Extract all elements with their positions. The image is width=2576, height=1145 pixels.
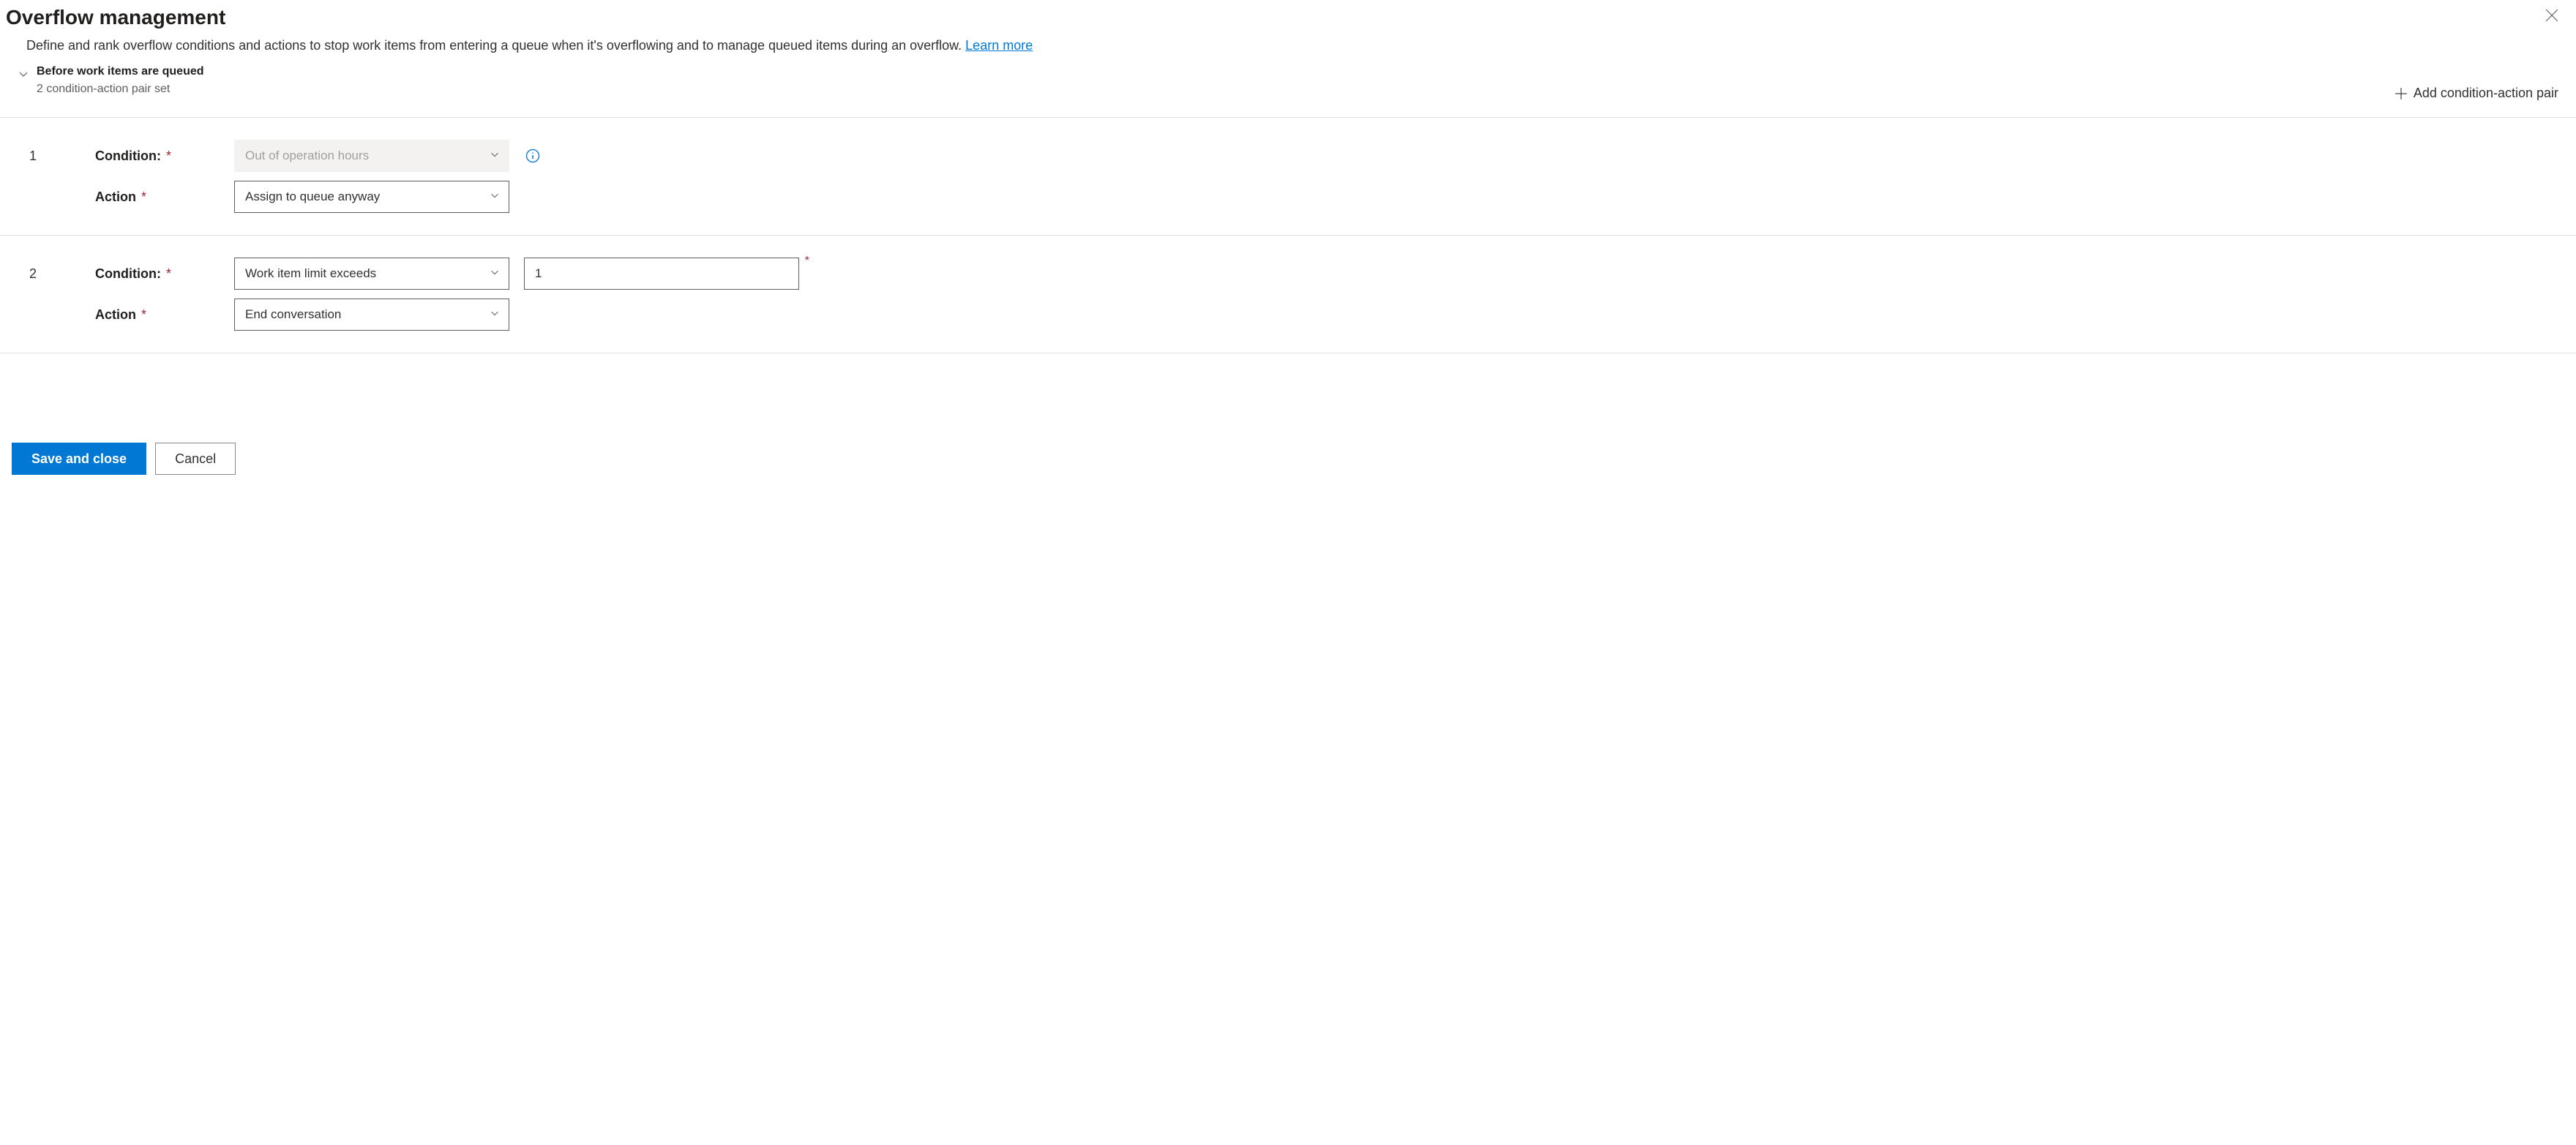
condition-label: Condition: * bbox=[95, 266, 234, 282]
add-button-label: Add condition-action pair bbox=[2414, 86, 2558, 101]
chevron-down-icon bbox=[490, 149, 500, 163]
condition-value: Work item limit exceeds bbox=[245, 266, 376, 281]
chevron-down-icon bbox=[490, 266, 500, 281]
description-text: Define and rank overflow conditions and … bbox=[26, 38, 965, 53]
close-icon bbox=[2545, 9, 2558, 22]
action-select[interactable]: Assign to queue anyway bbox=[234, 181, 509, 213]
condition-value: Out of operation hours bbox=[245, 149, 369, 163]
section-header: Before work items are queued 2 condition… bbox=[0, 64, 2576, 111]
rule-block: 2Condition: * Work item limit exceeds * Act… bbox=[0, 236, 2576, 353]
plus-icon bbox=[2395, 87, 2408, 100]
save-and-close-button[interactable]: Save and close bbox=[12, 443, 146, 475]
cancel-button[interactable]: Cancel bbox=[155, 443, 236, 475]
page-title: Overflow management bbox=[6, 6, 225, 29]
rule-block: 1Condition: * Out of operation hours Actio… bbox=[0, 118, 2576, 236]
action-value: End conversation bbox=[245, 307, 341, 322]
chevron-down-icon bbox=[490, 307, 500, 322]
action-label: Action * bbox=[95, 189, 234, 205]
action-value: Assign to queue anyway bbox=[245, 189, 380, 204]
rule-index: 2 bbox=[0, 266, 95, 282]
page-description: Define and rank overflow conditions and … bbox=[0, 29, 1098, 64]
add-condition-action-button[interactable]: Add condition-action pair bbox=[2392, 81, 2561, 105]
action-select[interactable]: End conversation bbox=[234, 299, 509, 331]
section-subtitle: 2 condition-action pair set bbox=[37, 83, 2384, 96]
section-title: Before work items are queued bbox=[37, 65, 2384, 78]
learn-more-link[interactable]: Learn more bbox=[965, 38, 1033, 53]
condition-select[interactable]: Work item limit exceeds bbox=[234, 258, 509, 290]
chevron-down-icon[interactable] bbox=[18, 68, 29, 82]
required-indicator: * bbox=[805, 255, 809, 268]
work-item-limit-input[interactable] bbox=[524, 258, 799, 290]
condition-label: Condition: * bbox=[95, 149, 234, 164]
footer-actions: Save and close Cancel bbox=[0, 419, 2576, 489]
action-label: Action * bbox=[95, 307, 234, 323]
condition-select: Out of operation hours bbox=[234, 140, 509, 172]
rule-index: 1 bbox=[0, 149, 95, 164]
chevron-down-icon bbox=[490, 189, 500, 204]
close-button[interactable] bbox=[2542, 6, 2561, 25]
info-button[interactable] bbox=[524, 147, 542, 165]
